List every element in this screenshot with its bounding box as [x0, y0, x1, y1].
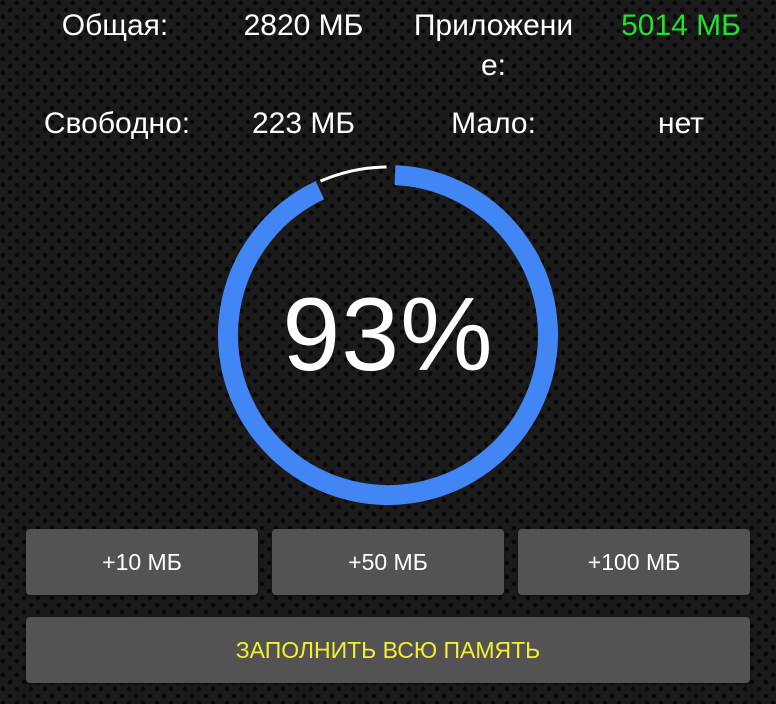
gauge-percent-text: 93% — [282, 276, 494, 393]
total-value: 2820 МБ — [243, 9, 364, 42]
memory-usage-gauge: 93% — [203, 150, 573, 520]
add-100mb-button[interactable]: +100 МБ — [518, 529, 750, 595]
app-label: Приложение: — [413, 9, 574, 82]
total-label: Общая: — [61, 9, 169, 42]
add-10mb-button[interactable]: +10 МБ — [26, 529, 258, 595]
add-50mb-button[interactable]: +50 МБ — [272, 529, 504, 595]
free-label: Свободно: — [43, 107, 191, 140]
low-value: нет — [658, 107, 704, 140]
app-value: 5014 МБ — [621, 9, 741, 42]
fill-all-memory-button[interactable]: ЗАПОЛНИТЬ ВСЮ ПАМЯТЬ — [26, 617, 750, 683]
low-label: Мало: — [451, 107, 536, 140]
free-value: 223 МБ — [251, 107, 356, 140]
